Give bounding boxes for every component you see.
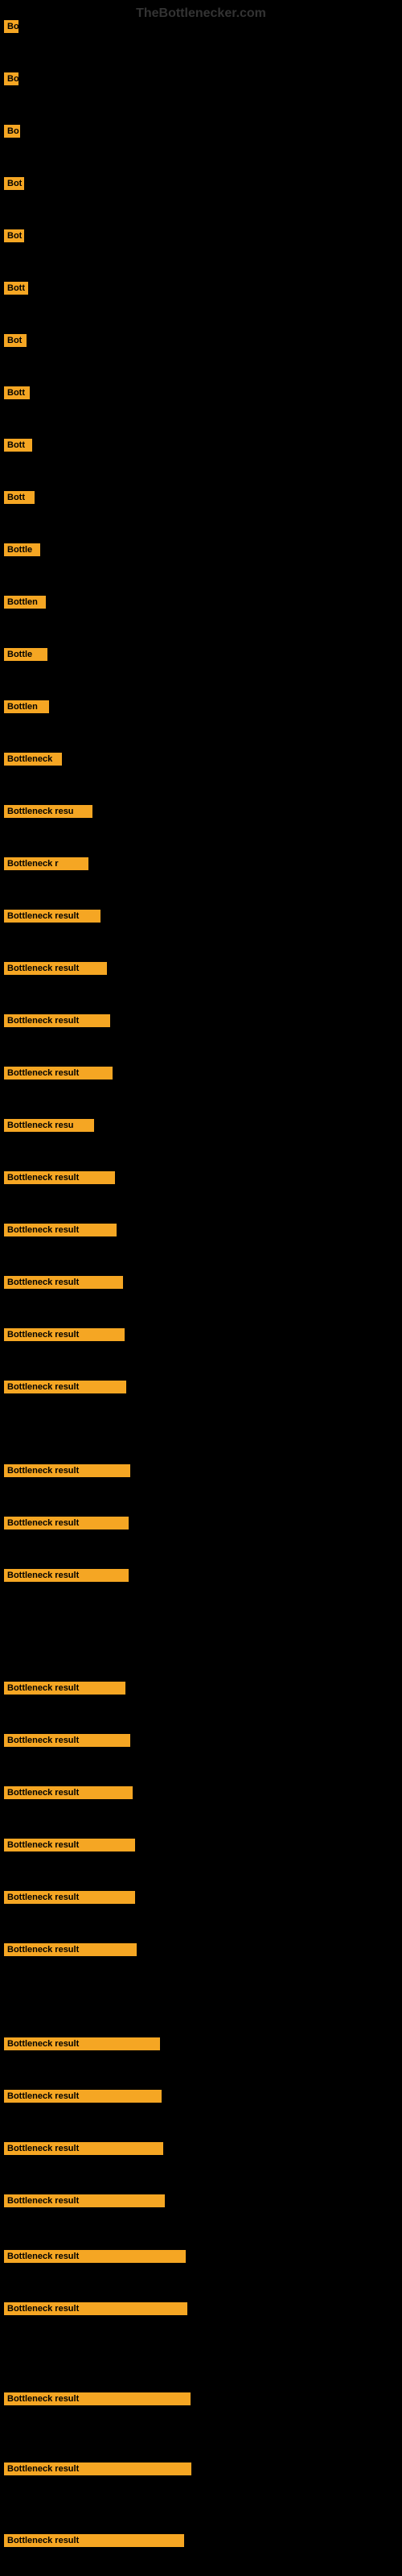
bar-item: Bottleneck result	[4, 1464, 130, 1481]
bar-label: Bot	[4, 334, 27, 347]
bar-item: Bottleneck result	[4, 1734, 130, 1751]
bar-item: Bottleneck result	[4, 2037, 160, 2054]
bar-item: Bottle	[4, 648, 47, 665]
bar-label: Bott	[4, 491, 35, 504]
bar-item: Bottleneck result	[4, 1839, 135, 1856]
bar-label: Bottleneck result	[4, 2462, 191, 2475]
bar-label: Bottleneck result	[4, 962, 107, 975]
bar-item: Bott	[4, 439, 32, 456]
bar-label: Bottleneck result	[4, 2142, 163, 2155]
bar-label: Bottleneck result	[4, 1682, 125, 1695]
site-title: TheBottlenecker.com	[0, 0, 402, 27]
bar-label: Bo	[4, 125, 20, 138]
bar-item: Bottleneck result	[4, 1891, 135, 1908]
bar-item: Bottleneck	[4, 753, 62, 770]
bar-item: Bottleneck result	[4, 2534, 184, 2551]
bar-label: Bottleneck result	[4, 2392, 191, 2405]
bar-label: Bo	[4, 72, 18, 85]
bar-item: Bottleneck resu	[4, 805, 92, 822]
bar-label: Bottleneck result	[4, 1891, 135, 1904]
bar-item: Bott	[4, 386, 30, 403]
bar-item: Bottlen	[4, 700, 49, 717]
bar-item: Bottleneck result	[4, 1067, 113, 1084]
bar-label: Bottleneck result	[4, 1569, 129, 1582]
bar-label: Bottleneck result	[4, 2302, 187, 2315]
bar-label: Bottleneck result	[4, 1464, 130, 1477]
bar-item: Bottleneck result	[4, 1786, 133, 1803]
bar-label: Bott	[4, 386, 30, 399]
bar-label: Bottleneck result	[4, 1276, 123, 1289]
bar-item: Bottleneck result	[4, 1569, 129, 1586]
bar-label: Bottleneck resu	[4, 1119, 94, 1132]
bar-label: Bottleneck result	[4, 1328, 125, 1341]
bar-item: Bot	[4, 177, 24, 194]
bar-item: Bottleneck result	[4, 1328, 125, 1345]
bar-item: Bott	[4, 282, 28, 299]
bar-item: Bottlen	[4, 596, 46, 613]
bar-item: Bottleneck result	[4, 962, 107, 979]
bar-label: Bottleneck result	[4, 2250, 186, 2263]
bar-label: Bottleneck result	[4, 1517, 129, 1530]
bar-item: Bottleneck result	[4, 1276, 123, 1293]
bar-item: Bo	[4, 72, 18, 89]
bar-label: Bot	[4, 177, 24, 190]
bar-item: Bo	[4, 20, 18, 37]
bar-label: Bot	[4, 229, 24, 242]
bar-item: Bottleneck resu	[4, 1119, 94, 1136]
bar-label: Bottleneck result	[4, 1839, 135, 1852]
bar-item: Bottleneck result	[4, 1224, 117, 1241]
bar-label: Bottleneck result	[4, 1224, 117, 1236]
bar-label: Bottleneck r	[4, 857, 88, 870]
bar-item: Bott	[4, 491, 35, 508]
bar-label: Bottleneck	[4, 753, 62, 766]
bar-item: Bottleneck result	[4, 2194, 165, 2211]
bar-label: Bottle	[4, 648, 47, 661]
bar-item: Bottleneck result	[4, 1171, 115, 1188]
bar-item: Bottleneck result	[4, 1943, 137, 1960]
bar-label: Bo	[4, 20, 18, 33]
bar-label: Bottleneck result	[4, 1734, 130, 1747]
bar-label: Bott	[4, 282, 28, 295]
bar-label: Bottleneck result	[4, 2037, 160, 2050]
bar-label: Bottlen	[4, 700, 49, 713]
bar-item: Bottleneck result	[4, 2090, 162, 2107]
bar-label: Bottleneck result	[4, 1067, 113, 1080]
bar-label: Bottleneck result	[4, 2194, 165, 2207]
bar-label: Bottleneck result	[4, 1171, 115, 1184]
bar-label: Bottleneck result	[4, 1786, 133, 1799]
bar-label: Bottleneck result	[4, 2090, 162, 2103]
bar-item: Bottleneck result	[4, 1517, 129, 1534]
bar-item: Bottleneck result	[4, 2302, 187, 2319]
bar-item: Bot	[4, 334, 27, 351]
bar-item: Bottleneck result	[4, 2392, 191, 2409]
bar-label: Bottleneck resu	[4, 805, 92, 818]
bar-item: Bottleneck result	[4, 2250, 186, 2267]
bar-item: Bo	[4, 125, 20, 142]
bar-label: Bottleneck result	[4, 1381, 126, 1393]
bar-item: Bottle	[4, 543, 40, 560]
bar-item: Bottleneck result	[4, 1381, 126, 1397]
bar-label: Bottleneck result	[4, 910, 100, 923]
bar-item: Bottleneck r	[4, 857, 88, 874]
bar-label: Bottleneck result	[4, 2534, 184, 2547]
bar-item: Bottleneck result	[4, 1014, 110, 1031]
bar-label: Bottleneck result	[4, 1014, 110, 1027]
bar-label: Bott	[4, 439, 32, 452]
bar-label: Bottleneck result	[4, 1943, 137, 1956]
bar-item: Bot	[4, 229, 24, 246]
bar-item: Bottleneck result	[4, 2142, 163, 2159]
bar-item: Bottleneck result	[4, 2462, 191, 2479]
bar-item: Bottleneck result	[4, 1682, 125, 1699]
bar-label: Bottlen	[4, 596, 46, 609]
bar-label: Bottle	[4, 543, 40, 556]
bar-item: Bottleneck result	[4, 910, 100, 927]
